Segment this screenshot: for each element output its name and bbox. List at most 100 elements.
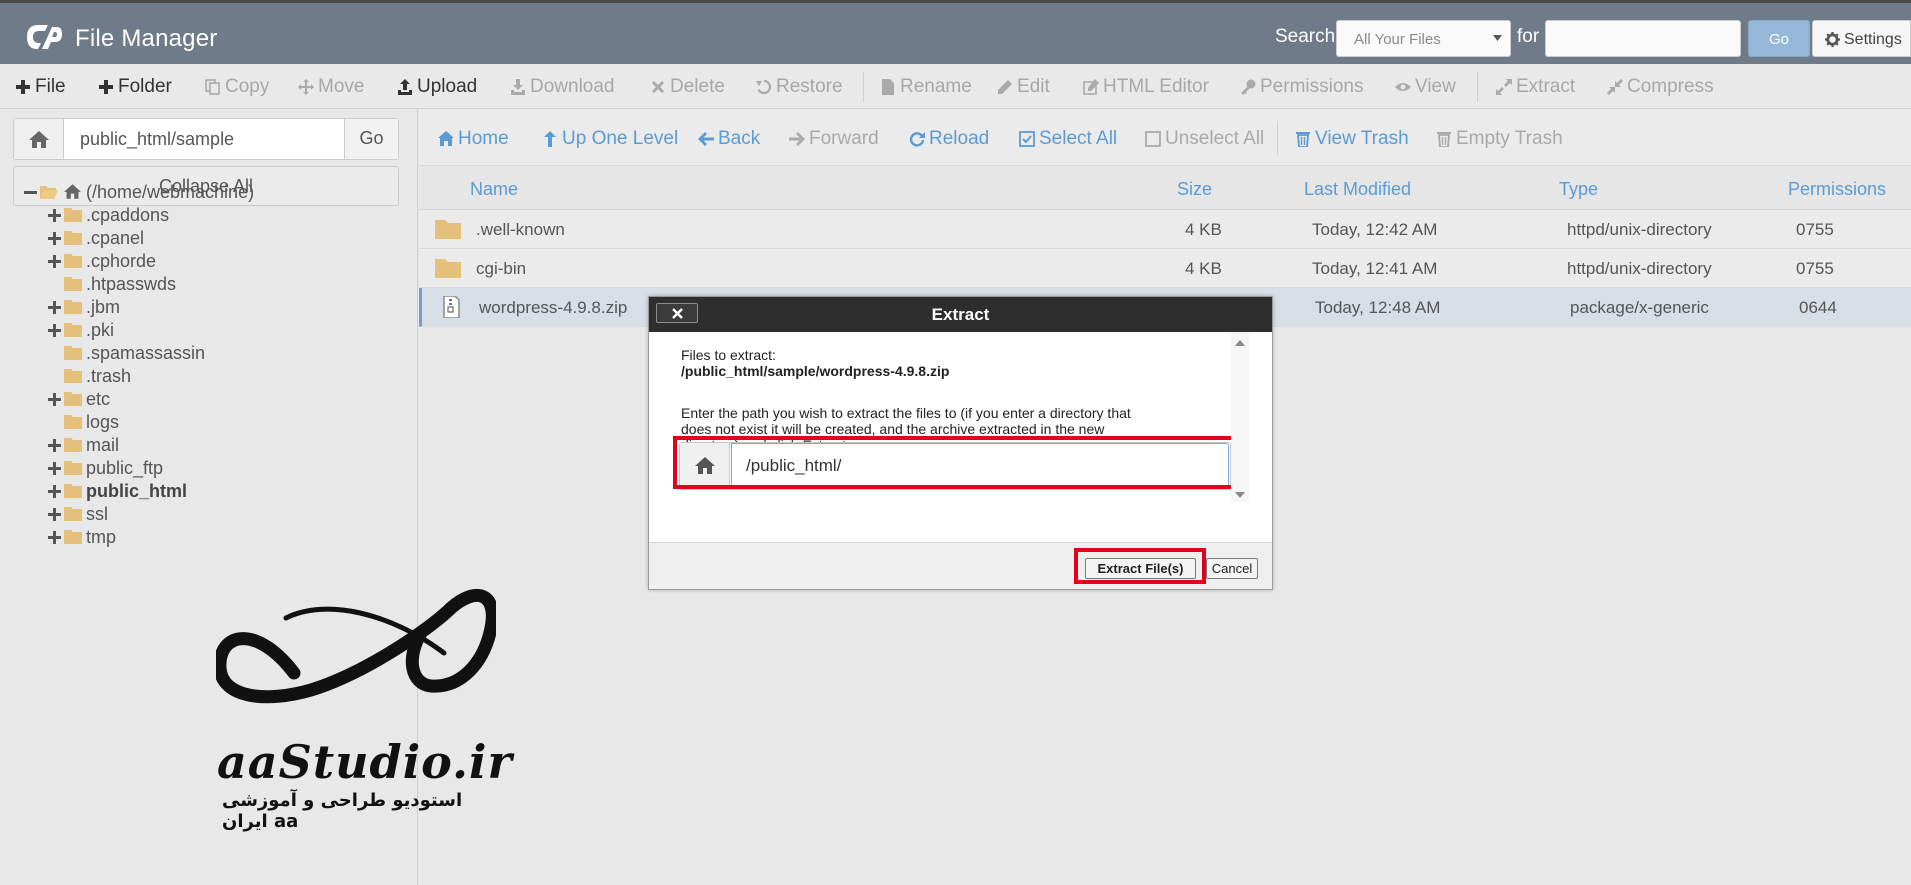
path-home-button[interactable] <box>14 119 64 159</box>
file-modified: Today, 12:48 AM <box>1315 298 1441 317</box>
expand-toggle-icon[interactable] <box>48 485 61 498</box>
expand-toggle-icon[interactable] <box>48 462 61 475</box>
cancel-button[interactable]: Cancel <box>1206 558 1258 579</box>
expand-toggle-icon[interactable] <box>48 232 61 245</box>
copy-label: Copy <box>225 76 270 97</box>
dialog-footer: Extract File(s) Cancel <box>649 542 1272 589</box>
tree-item-label: .cpanel <box>86 228 145 248</box>
column-name[interactable]: Name <box>470 179 518 200</box>
folder-icon <box>64 369 82 383</box>
toolbar: File Folder Copy Move Upload Download De… <box>0 64 1911 109</box>
expand-toggle-icon[interactable] <box>48 255 61 268</box>
file-row[interactable]: cgi-bin 4 KB Today, 12:41 AM httpd/unix-dir… <box>419 249 1911 288</box>
column-last-modified[interactable]: Last Modified <box>1304 179 1411 200</box>
compress-label: Compress <box>1627 76 1714 97</box>
column-type[interactable]: Type <box>1559 179 1598 200</box>
folder-icon <box>64 484 82 498</box>
file-name[interactable]: wordpress-4.9.8.zip <box>479 298 627 318</box>
files-to-extract-label: Files to extract: <box>681 347 776 363</box>
extract-dialog: Extract Files to extract: /public_html/s… <box>648 296 1273 590</box>
folder-open-icon <box>40 186 58 199</box>
tree-item-label: public_ftp <box>86 458 164 478</box>
path-input[interactable] <box>65 119 357 159</box>
file-size: 4 KB <box>1185 220 1222 239</box>
move-arrows-icon <box>298 79 314 95</box>
tree-item-label: .htpasswds <box>86 274 177 294</box>
watermark-brand: aaStudio.ir <box>217 735 513 789</box>
files-to-extract-path: /public_html/sample/wordpress-4.9.8.zip <box>681 363 950 379</box>
folder-icon <box>435 259 461 278</box>
file-type: httpd/unix-directory <box>1567 220 1712 239</box>
reload-label: Reload <box>929 128 990 149</box>
tree-item-label: .trash <box>86 366 132 386</box>
gear-icon <box>1825 32 1840 47</box>
tree-item-label: ssl <box>86 504 108 524</box>
tree-item-label: public_html <box>86 481 188 501</box>
forward-label: Forward <box>809 128 879 149</box>
search-label: Search <box>1275 26 1336 47</box>
html-editor-label: HTML Editor <box>1103 76 1209 97</box>
folder-icon <box>64 346 82 360</box>
path-go-button[interactable]: Go <box>344 119 398 159</box>
expand-toggle-icon[interactable] <box>48 531 61 544</box>
file-row[interactable]: .well-known 4 KB Today, 12:42 AM httpd/unix… <box>419 210 1911 249</box>
app-title: File Manager <box>75 25 218 52</box>
arrow-left-icon <box>698 132 714 146</box>
expand-toggle-icon[interactable] <box>48 393 61 406</box>
dialog-scrollbar[interactable] <box>1231 332 1249 502</box>
folder-icon <box>64 415 82 429</box>
expand-toggle-icon[interactable] <box>48 301 61 314</box>
expand-toggle-icon[interactable] <box>48 439 61 452</box>
tree-item-label: .cphorde <box>86 251 157 271</box>
restore-label: Restore <box>776 76 843 97</box>
up-one-level-label: Up One Level <box>562 128 679 149</box>
view-label: View <box>1415 76 1456 97</box>
tree-item-label: mail <box>86 435 120 455</box>
home-nav-label: Home <box>458 128 509 149</box>
home-icon <box>29 131 49 148</box>
instructions-line-2: does not exist it will be created, and t… <box>681 421 1105 437</box>
unselect-all-label: Unselect All <box>1165 128 1265 149</box>
expand-toggle-icon[interactable] <box>48 209 61 222</box>
instructions-line-1: Enter the path you wish to extract the f… <box>681 405 1131 421</box>
file-size: 4 KB <box>1185 259 1222 278</box>
dialog-body: Files to extract: /public_html/sample/wo… <box>649 332 1272 542</box>
folder-icon <box>64 392 82 406</box>
nav-divider <box>1277 121 1278 155</box>
folder-icon <box>64 438 82 452</box>
column-permissions[interactable]: Permissions <box>1788 179 1886 200</box>
highlight-box-extract <box>1074 548 1206 584</box>
tree-item-label: .cpaddons <box>86 205 170 225</box>
expand-icon <box>1496 79 1512 95</box>
for-label: for <box>1517 26 1540 47</box>
cpanel-logo-icon <box>24 22 64 52</box>
chevron-down-icon <box>1493 35 1502 41</box>
column-size[interactable]: Size <box>1177 179 1212 200</box>
tree-item-label: (/home/webmachine) <box>86 182 255 202</box>
file-icon <box>882 79 894 95</box>
folder-icon <box>64 461 82 475</box>
extract-label: Extract <box>1516 76 1576 97</box>
key-icon <box>1241 79 1256 95</box>
file-name[interactable]: cgi-bin <box>476 259 526 279</box>
dialog-title: Extract <box>931 305 990 324</box>
search-scope-select[interactable]: All Your Files <box>1336 20 1511 57</box>
file-name[interactable]: .well-known <box>476 220 565 240</box>
settings-button[interactable]: Settings <box>1812 20 1911 57</box>
folder-icon <box>64 231 82 245</box>
upload-icon <box>398 79 412 95</box>
refresh-icon <box>909 132 925 147</box>
eye-icon <box>1395 83 1411 91</box>
expand-toggle-icon[interactable] <box>48 324 61 337</box>
folder-icon <box>435 220 461 239</box>
new-folder-label: Folder <box>118 76 172 97</box>
dialog-close-button[interactable] <box>656 303 698 323</box>
folder-icon <box>64 254 82 268</box>
collapse-toggle-icon[interactable] <box>24 186 37 199</box>
delete-x-icon <box>652 81 664 93</box>
search-input[interactable] <box>1545 20 1741 57</box>
scroll-up-icon <box>1235 340 1245 346</box>
expand-toggle-icon[interactable] <box>48 508 61 521</box>
search-go-button[interactable]: Go <box>1748 20 1810 57</box>
file-permissions: 0755 <box>1796 220 1834 239</box>
